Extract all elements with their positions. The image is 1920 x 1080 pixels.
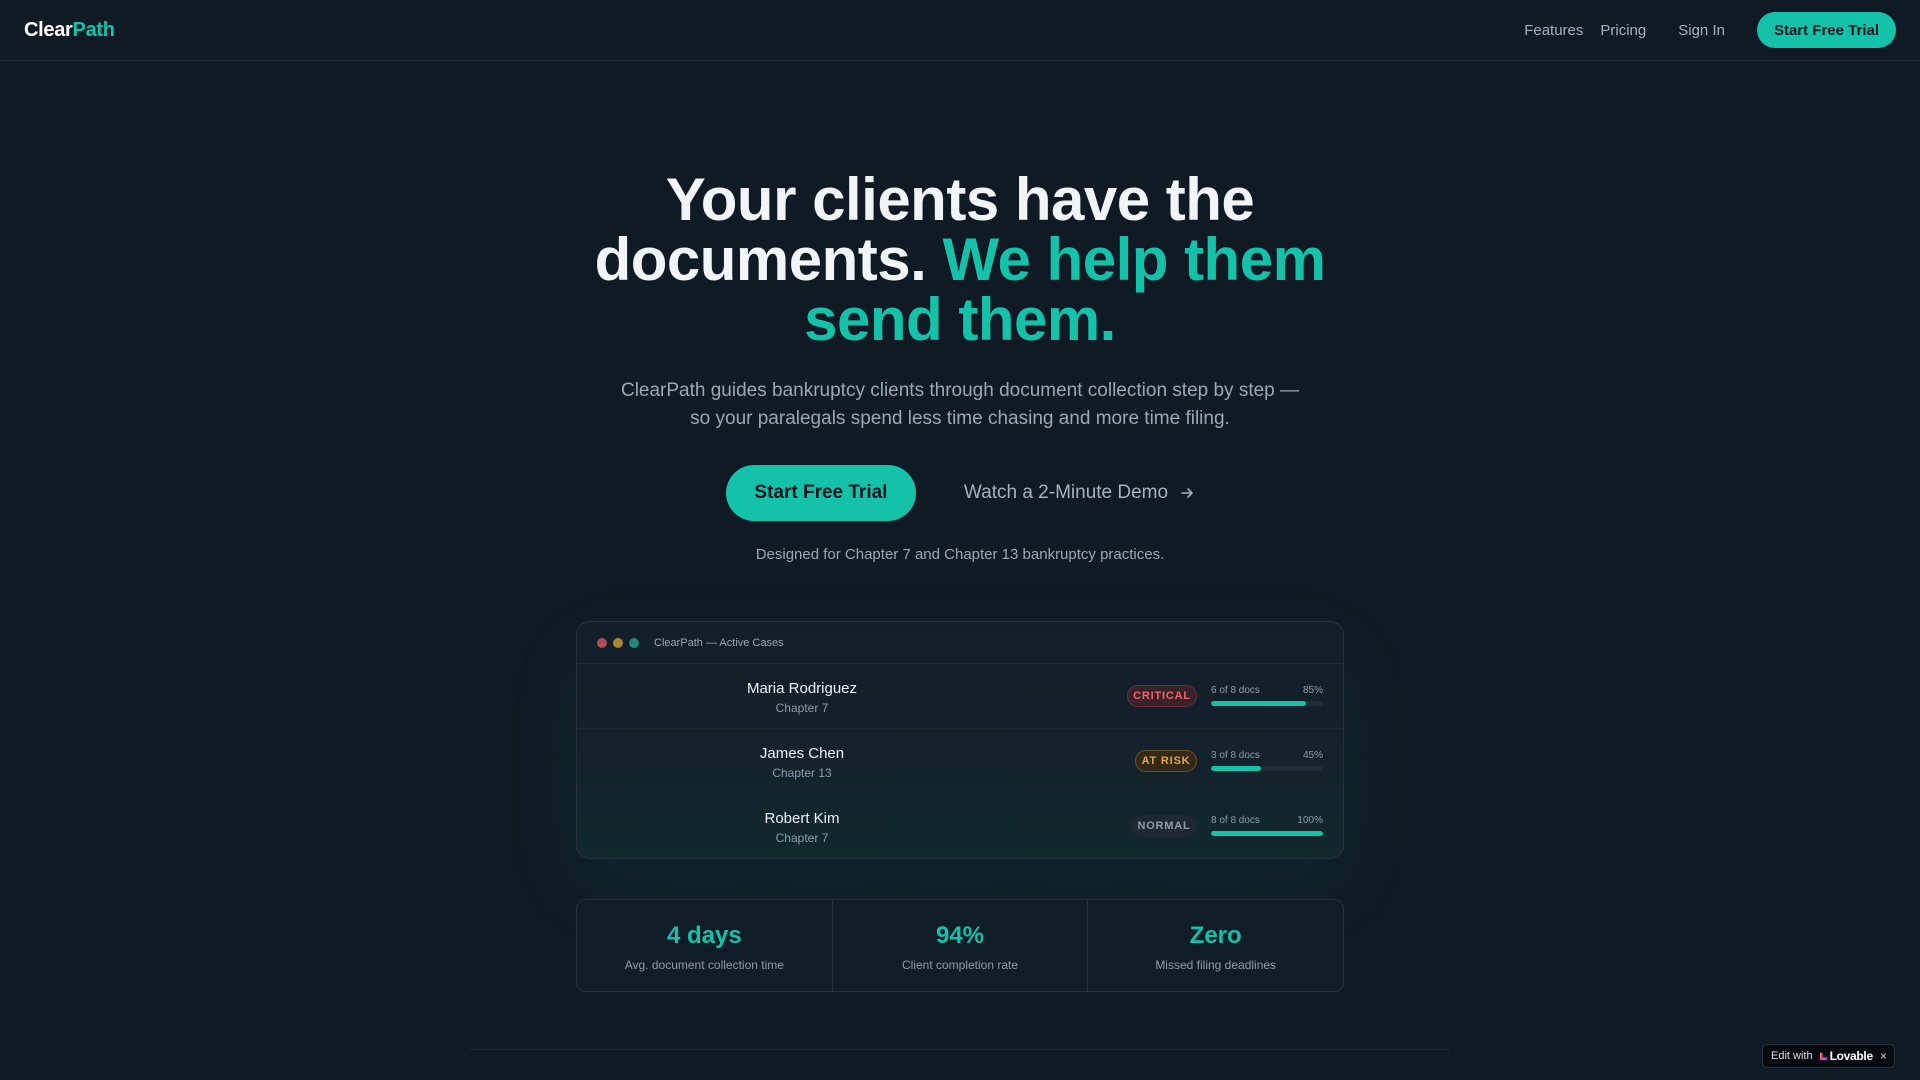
window-titlebar: ClearPath — Active Cases: [577, 622, 1343, 664]
stat-value: Zero: [1189, 922, 1242, 949]
case-row: James Chen Chapter 13 AT RISK 3 of 8 doc…: [577, 729, 1343, 794]
client-chapter: Chapter 7: [775, 831, 829, 845]
logo-text-clear: Clear: [24, 18, 73, 41]
doc-count: 6 of 8 docs: [1211, 685, 1260, 696]
stat-collection-time: 4 days Avg. document collection time: [577, 900, 833, 991]
window-minimize-dot-icon: [613, 637, 623, 648]
close-icon[interactable]: ×: [1880, 1049, 1887, 1063]
logo[interactable]: ClearPath: [24, 19, 115, 42]
client-name: Robert Kim: [764, 810, 840, 827]
edit-with-lovable-badge[interactable]: Edit with Lovable ×: [1762, 1044, 1895, 1068]
progress-bar-fill: [1211, 766, 1262, 771]
progress-bar-track: [1211, 701, 1323, 706]
designed-for-note: Designed for Chapter 7 and Chapter 13 ba…: [755, 546, 1165, 563]
client-info: Robert Kim Chapter 7: [717, 810, 887, 845]
stat-value: 94%: [935, 922, 985, 949]
nav-link-pricing[interactable]: Pricing: [1600, 22, 1646, 39]
progress-bar-track: [1211, 766, 1323, 771]
arrow-right-icon: [1181, 488, 1193, 498]
doc-progress: 6 of 8 docs 85%: [1211, 685, 1323, 706]
stat-label: Client completion rate: [901, 958, 1019, 972]
lovable-prefix: Edit with: [1771, 1050, 1813, 1062]
hero-title-accent-2: send them.: [804, 286, 1116, 353]
hero-title-line2: documents.: [594, 226, 927, 293]
client-chapter: Chapter 7: [775, 701, 829, 715]
client-name: James Chen: [759, 745, 845, 762]
hero-title: Your clients have the documents. We help…: [560, 170, 1360, 350]
lovable-heart-icon: [1819, 1052, 1827, 1060]
status-badge-critical: CRITICAL: [1127, 685, 1197, 707]
hero-title-accent-1: We help them: [942, 226, 1326, 293]
doc-count: 3 of 8 docs: [1211, 750, 1260, 761]
hero-title-line1: Your clients have the: [665, 166, 1255, 233]
stat-label: Avg. document collection time: [624, 958, 784, 972]
watch-demo-link[interactable]: Watch a 2-Minute Demo: [964, 482, 1194, 504]
nav-start-trial-button[interactable]: Start Free Trial: [1756, 12, 1896, 48]
client-info: Maria Rodriguez Chapter 7: [717, 680, 887, 715]
stat-value: 4 days: [666, 922, 742, 949]
stat-missed-deadlines: Zero Missed filing deadlines: [1088, 900, 1343, 991]
progress-bar-track: [1211, 831, 1323, 836]
sign-in-link[interactable]: Sign In: [1678, 22, 1725, 39]
window-close-dot-icon: [597, 637, 607, 648]
hero-start-trial-button[interactable]: Start Free Trial: [725, 465, 916, 521]
top-nav: ClearPath Features Pricing Sign In Start…: [0, 0, 1920, 61]
stats-strip: 4 days Avg. document collection time 94%…: [576, 899, 1344, 992]
client-chapter: Chapter 13: [772, 766, 832, 780]
case-row: Robert Kim Chapter 7 NORMAL 8 of 8 docs …: [577, 794, 1343, 858]
watch-demo-label: Watch a 2-Minute Demo: [963, 482, 1169, 503]
progress-bar-fill: [1211, 701, 1307, 706]
doc-percent: 85%: [1302, 685, 1323, 696]
stat-completion-rate: 94% Client completion rate: [833, 900, 1089, 991]
window-title: ClearPath — Active Cases: [654, 636, 784, 649]
status-badge-at-risk: AT RISK: [1135, 750, 1197, 772]
doc-count: 8 of 8 docs: [1211, 815, 1260, 826]
stat-label: Missed filing deadlines: [1155, 958, 1277, 972]
lovable-brand: Lovable: [1829, 1049, 1874, 1063]
case-row: Maria Rodriguez Chapter 7 CRITICAL 6 of …: [577, 664, 1343, 729]
doc-percent: 100%: [1297, 815, 1323, 826]
status-badge-normal: NORMAL: [1131, 815, 1197, 837]
hero-subtitle: ClearPath guides bankruptcy clients thro…: [620, 380, 1300, 429]
progress-bar-fill: [1211, 831, 1323, 836]
logo-text-path: Path: [72, 18, 115, 41]
doc-percent: 45%: [1302, 750, 1323, 761]
client-name: Maria Rodriguez: [746, 680, 858, 697]
window-maximize-dot-icon: [629, 637, 639, 648]
hero-cta-row: Start Free Trial Watch a 2-Minute Demo: [0, 465, 1920, 521]
doc-progress: 8 of 8 docs 100%: [1211, 815, 1323, 836]
active-cases-preview: ClearPath — Active Cases Maria Rodriguez…: [576, 621, 1344, 859]
client-info: James Chen Chapter 13: [717, 745, 887, 780]
doc-progress: 3 of 8 docs 45%: [1211, 750, 1323, 771]
section-divider: [470, 1049, 1450, 1050]
nav-link-features[interactable]: Features: [1524, 22, 1583, 39]
nav-actions: Features Pricing Sign In Start Free Tria…: [1524, 12, 1896, 48]
